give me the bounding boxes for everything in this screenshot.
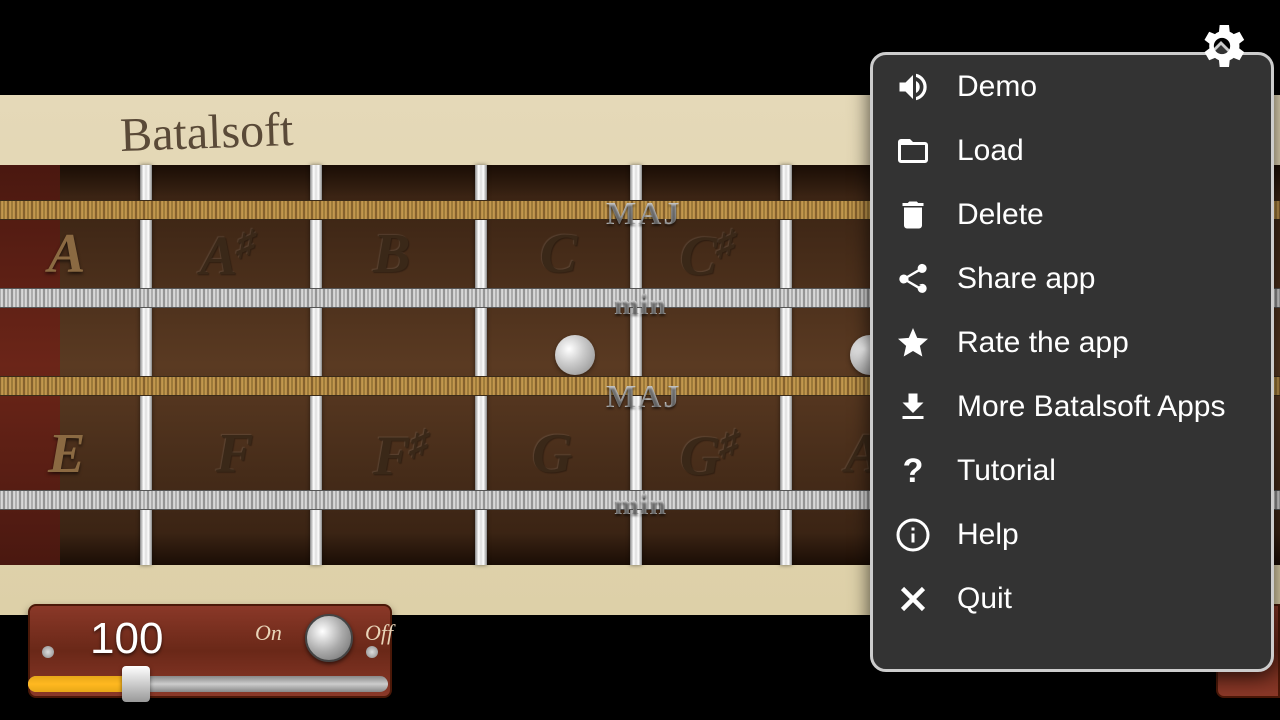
note[interactable]: C xyxy=(540,222,577,286)
slider-handle[interactable] xyxy=(122,666,150,702)
tempo-on-label: On xyxy=(255,620,282,646)
menu-item-rate[interactable]: Rate the app xyxy=(873,311,1271,375)
star-icon xyxy=(893,323,933,363)
fret-marker xyxy=(555,335,595,375)
download-icon xyxy=(893,387,933,427)
menu-label: Demo xyxy=(957,70,1037,104)
menu-item-tutorial[interactable]: ? Tutorial xyxy=(873,439,1271,503)
guitar-app: A E A♯ B C C♯ F F♯ G G♯ A MAJ min MAJ mi… xyxy=(0,0,1280,720)
menu-item-delete[interactable]: Delete xyxy=(873,183,1271,247)
menu-item-load[interactable]: Load xyxy=(873,119,1271,183)
tempo-slider[interactable] xyxy=(28,676,388,692)
open-note-e[interactable]: E xyxy=(48,422,85,486)
label-min: min xyxy=(614,288,667,322)
label-min: min xyxy=(614,488,667,522)
tempo-off-label: Off xyxy=(365,620,393,646)
screw-icon xyxy=(42,646,54,658)
label-maj: MAJ xyxy=(606,378,681,415)
menu-label: Help xyxy=(957,518,1019,552)
menu-label: Delete xyxy=(957,198,1044,232)
slider-fill xyxy=(28,676,130,692)
screw-icon xyxy=(366,646,378,658)
folder-icon xyxy=(893,131,933,171)
menu-label: Rate the app xyxy=(957,326,1129,360)
menu-item-quit[interactable]: Quit xyxy=(873,567,1271,631)
note[interactable]: C♯ xyxy=(680,222,735,289)
menu-label: Share app xyxy=(957,262,1095,296)
info-icon xyxy=(893,515,933,555)
question-icon: ? xyxy=(893,451,933,491)
tempo-toggle[interactable] xyxy=(305,614,353,662)
settings-gear-icon[interactable] xyxy=(1194,18,1250,74)
note[interactable]: A♯ xyxy=(200,222,255,289)
note[interactable]: G♯ xyxy=(680,422,738,489)
share-icon xyxy=(893,259,933,299)
menu-label: Quit xyxy=(957,582,1012,616)
speaker-icon xyxy=(893,67,933,107)
settings-menu: Demo Load Delete Share app Rate the app … xyxy=(870,52,1274,672)
note[interactable]: F xyxy=(216,422,253,486)
note[interactable]: F♯ xyxy=(373,422,428,489)
menu-item-share[interactable]: Share app xyxy=(873,247,1271,311)
note[interactable]: G xyxy=(532,422,572,486)
close-icon xyxy=(893,579,933,619)
tempo-value: 100 xyxy=(90,614,163,664)
menu-label: Load xyxy=(957,134,1024,168)
open-note-a[interactable]: A xyxy=(48,222,85,286)
menu-label: Tutorial xyxy=(957,454,1056,488)
label-maj: MAJ xyxy=(606,195,681,232)
trash-icon xyxy=(893,195,933,235)
menu-item-more-apps[interactable]: More Batalsoft Apps xyxy=(873,375,1271,439)
menu-item-help[interactable]: Help xyxy=(873,503,1271,567)
note[interactable]: B xyxy=(373,222,410,286)
menu-label: More Batalsoft Apps xyxy=(957,390,1225,424)
brand-logo: Batalsoft xyxy=(119,102,294,163)
